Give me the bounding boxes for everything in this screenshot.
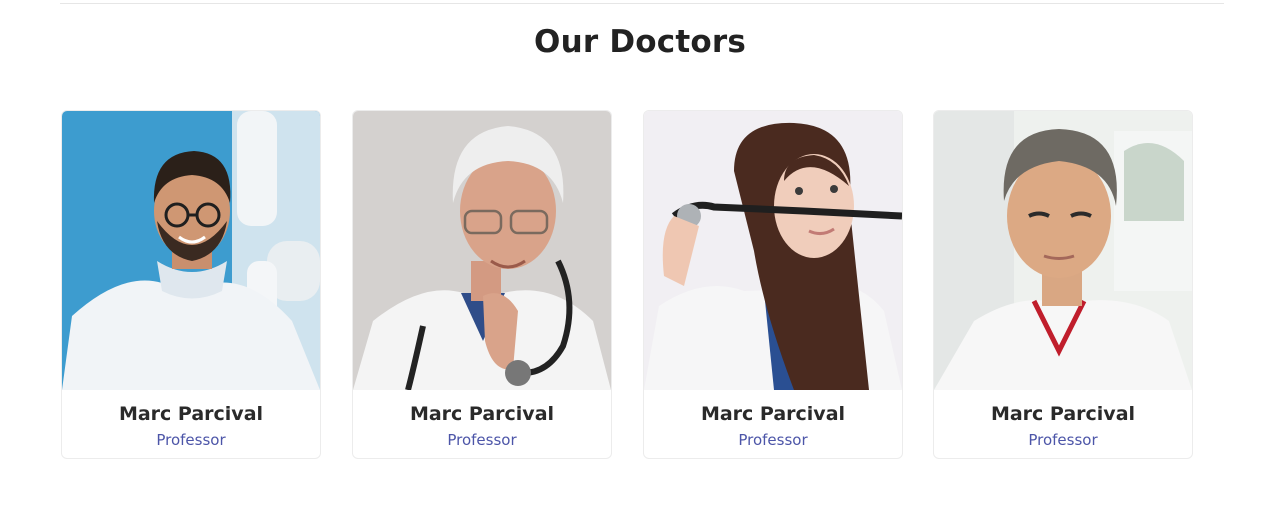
section-title: Our Doctors — [534, 24, 746, 60]
doctor-card[interactable]: Marc Parcival Professor — [352, 110, 612, 459]
doctor-role: Professor — [156, 431, 226, 449]
doctor-role: Professor — [738, 431, 808, 449]
doctor-card[interactable]: Marc Parcival Professor — [61, 110, 321, 459]
doctor-role: Professor — [447, 431, 517, 449]
doctor-photo-woman-stethoscope — [644, 111, 902, 390]
doctor-name: Marc Parcival — [990, 403, 1136, 425]
doctor-photo-senior-man-stethoscope — [353, 111, 611, 390]
doctor-name: Marc Parcival — [118, 403, 264, 425]
doctor-card[interactable]: Marc Parcival Professor — [933, 110, 1193, 459]
doctor-cards: Marc Parcival Professor Marc Parcival Pr… — [61, 110, 1194, 460]
doctor-name: Marc Parcival — [409, 403, 555, 425]
doctor-name: Marc Parcival — [700, 403, 846, 425]
doctor-photo-young-man-glasses — [62, 111, 320, 390]
doctor-card[interactable]: Marc Parcival Professor — [643, 110, 903, 459]
doctor-role: Professor — [1028, 431, 1098, 449]
doctor-photo-man-polo — [934, 111, 1192, 390]
top-divider — [60, 3, 1224, 4]
